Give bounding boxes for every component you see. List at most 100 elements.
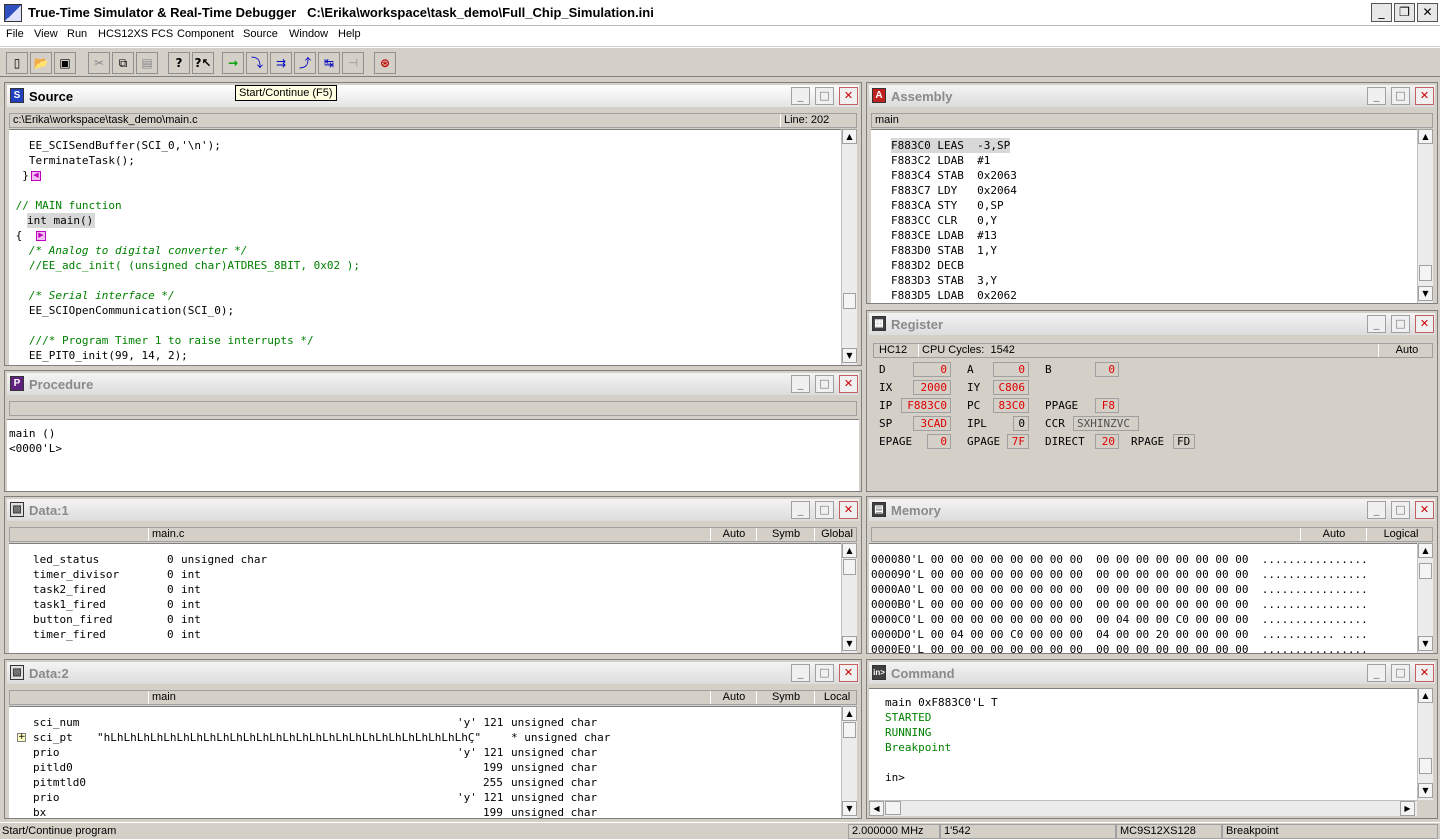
- step-over-icon[interactable]: ⇉: [270, 52, 292, 74]
- var-value[interactable]: 0: [167, 582, 174, 597]
- var-name[interactable]: sci_pt: [33, 730, 73, 745]
- var-name[interactable]: bx: [33, 805, 46, 818]
- assembly-scrollbar[interactable]: ▲ ▼: [1417, 129, 1433, 303]
- scroll-thumb[interactable]: [1419, 563, 1432, 579]
- restore-button[interactable]: ❐: [1394, 3, 1415, 22]
- command-maximize-button[interactable]: □: [1391, 664, 1410, 682]
- scroll-thumb[interactable]: [843, 722, 856, 738]
- var-value[interactable]: 0: [167, 627, 174, 642]
- reg-ix-value[interactable]: 2000: [913, 380, 951, 395]
- scroll-down-icon[interactable]: ▼: [842, 801, 857, 816]
- reg-ccr-value[interactable]: SXHINZVC: [1073, 416, 1139, 431]
- data1-scope[interactable]: Global: [814, 528, 856, 541]
- data1-maximize-button[interactable]: □: [815, 501, 834, 519]
- assembly-close-button[interactable]: ✕: [1415, 87, 1434, 105]
- menu-file[interactable]: File: [6, 28, 24, 40]
- new-file-icon[interactable]: ▯: [6, 52, 28, 74]
- var-name[interactable]: button_fired: [33, 612, 112, 627]
- var-value[interactable]: 'y' 121: [457, 790, 503, 805]
- var-value[interactable]: 'y' 121: [457, 715, 503, 730]
- menu-window[interactable]: Window: [289, 28, 328, 40]
- command-hscrollbar[interactable]: ◀ ▶: [869, 800, 1417, 816]
- expand-plus-icon[interactable]: +: [17, 733, 26, 742]
- register-close-button[interactable]: ✕: [1415, 315, 1434, 333]
- var-value[interactable]: 199: [483, 805, 503, 818]
- assembly-maximize-button[interactable]: □: [1391, 87, 1410, 105]
- data2-scope[interactable]: Local: [814, 691, 856, 704]
- procedure-item[interactable]: main (): [9, 426, 55, 441]
- command-prompt[interactable]: in>: [885, 770, 905, 785]
- data2-close-button[interactable]: ✕: [839, 664, 858, 682]
- var-name[interactable]: timer_divisor: [33, 567, 119, 582]
- reg-pc-value[interactable]: 83C0: [993, 398, 1029, 413]
- reg-d-value[interactable]: 0: [913, 362, 951, 377]
- scroll-down-icon[interactable]: ▼: [1418, 636, 1433, 651]
- register-maximize-button[interactable]: □: [1391, 315, 1410, 333]
- var-name[interactable]: pitmtld0: [33, 775, 86, 790]
- minimize-button[interactable]: _: [1371, 3, 1392, 22]
- scroll-up-icon[interactable]: ▲: [842, 129, 857, 144]
- var-value[interactable]: 255: [483, 775, 503, 790]
- menu-help[interactable]: Help: [338, 28, 361, 40]
- menu-view[interactable]: View: [34, 28, 58, 40]
- menu-source[interactable]: Source: [243, 28, 278, 40]
- data2-symb[interactable]: Symb: [756, 691, 812, 704]
- open-folder-icon[interactable]: 📂: [30, 52, 52, 74]
- menu-hcs12xs-fcs[interactable]: HCS12XS FCS: [98, 28, 173, 40]
- context-help-icon[interactable]: ?↖: [192, 52, 214, 74]
- reg-ip-value[interactable]: F883C0: [901, 398, 951, 413]
- var-value[interactable]: "hLhLhLhLhLhLhLhLhLhLhLhLhLhLhLhLhLhLhLh…: [97, 730, 481, 745]
- paste-icon[interactable]: ▤: [136, 52, 158, 74]
- var-name[interactable]: task1_fired: [33, 597, 106, 612]
- var-value[interactable]: 'y' 121: [457, 745, 503, 760]
- procedure-minimize-button[interactable]: _: [791, 375, 810, 393]
- data2-scrollbar[interactable]: ▲ ▼: [841, 706, 857, 818]
- assembly-minimize-button[interactable]: _: [1367, 87, 1386, 105]
- procedure-list[interactable]: main () <0000'L>: [7, 419, 859, 491]
- scroll-thumb[interactable]: [843, 559, 856, 575]
- close-button[interactable]: ✕: [1417, 3, 1438, 22]
- source-close-button[interactable]: ✕: [839, 87, 858, 105]
- data1-auto[interactable]: Auto: [710, 528, 754, 541]
- scroll-thumb[interactable]: [1419, 758, 1432, 774]
- procedure-close-button[interactable]: ✕: [839, 375, 858, 393]
- assembly-step-icon[interactable]: ↹: [318, 52, 340, 74]
- var-value[interactable]: 0: [167, 567, 174, 582]
- memory-close-button[interactable]: ✕: [1415, 501, 1434, 519]
- scroll-down-icon[interactable]: ▼: [842, 348, 857, 363]
- reg-direct-value[interactable]: 20: [1095, 434, 1119, 449]
- procedure-item[interactable]: <0000'L>: [9, 441, 62, 456]
- reg-epage-value[interactable]: 0: [927, 434, 951, 449]
- reg-iy-value[interactable]: C806: [993, 380, 1029, 395]
- var-name[interactable]: pitld0: [33, 760, 73, 775]
- var-name[interactable]: timer_fired: [33, 627, 106, 642]
- data1-scrollbar[interactable]: ▲ ▼: [841, 543, 857, 653]
- scroll-up-icon[interactable]: ▲: [1418, 543, 1433, 558]
- scroll-up-icon[interactable]: ▲: [1418, 688, 1433, 703]
- data2-auto[interactable]: Auto: [710, 691, 754, 704]
- command-scrollbar[interactable]: ▲ ▼: [1417, 688, 1433, 800]
- data1-symb[interactable]: Symb: [756, 528, 812, 541]
- command-minimize-button[interactable]: _: [1367, 664, 1386, 682]
- scroll-right-icon[interactable]: ▶: [1400, 801, 1415, 816]
- memory-mode[interactable]: Logical: [1366, 528, 1432, 541]
- memory-scrollbar[interactable]: ▲ ▼: [1417, 543, 1433, 653]
- step-out-icon[interactable]: ⤴: [294, 52, 316, 74]
- scroll-up-icon[interactable]: ▲: [1418, 129, 1433, 144]
- source-minimize-button[interactable]: _: [791, 87, 810, 105]
- data2-list[interactable]: sci_num 'y' 121 unsigned char + sci_pt "…: [9, 706, 841, 818]
- reg-rpage-value[interactable]: FD: [1173, 434, 1195, 449]
- source-code-area[interactable]: EE_SCISendBuffer(SCI_0,'\n'); TerminateT…: [9, 129, 841, 365]
- data2-minimize-button[interactable]: _: [791, 664, 810, 682]
- var-value[interactable]: 0: [167, 552, 174, 567]
- help-icon[interactable]: ?: [168, 52, 190, 74]
- reset-icon[interactable]: ⊛: [374, 52, 396, 74]
- var-name[interactable]: prio: [33, 790, 60, 805]
- memory-auto[interactable]: Auto: [1300, 528, 1364, 541]
- var-name[interactable]: sci_num: [33, 715, 79, 730]
- source-maximize-button[interactable]: □: [815, 87, 834, 105]
- scroll-thumb[interactable]: [843, 293, 856, 309]
- cut-icon[interactable]: ✂: [88, 52, 110, 74]
- var-name[interactable]: prio: [33, 745, 60, 760]
- memory-dump[interactable]: 000080'L 00 00 00 00 00 00 00 00 00 00 0…: [869, 543, 1417, 653]
